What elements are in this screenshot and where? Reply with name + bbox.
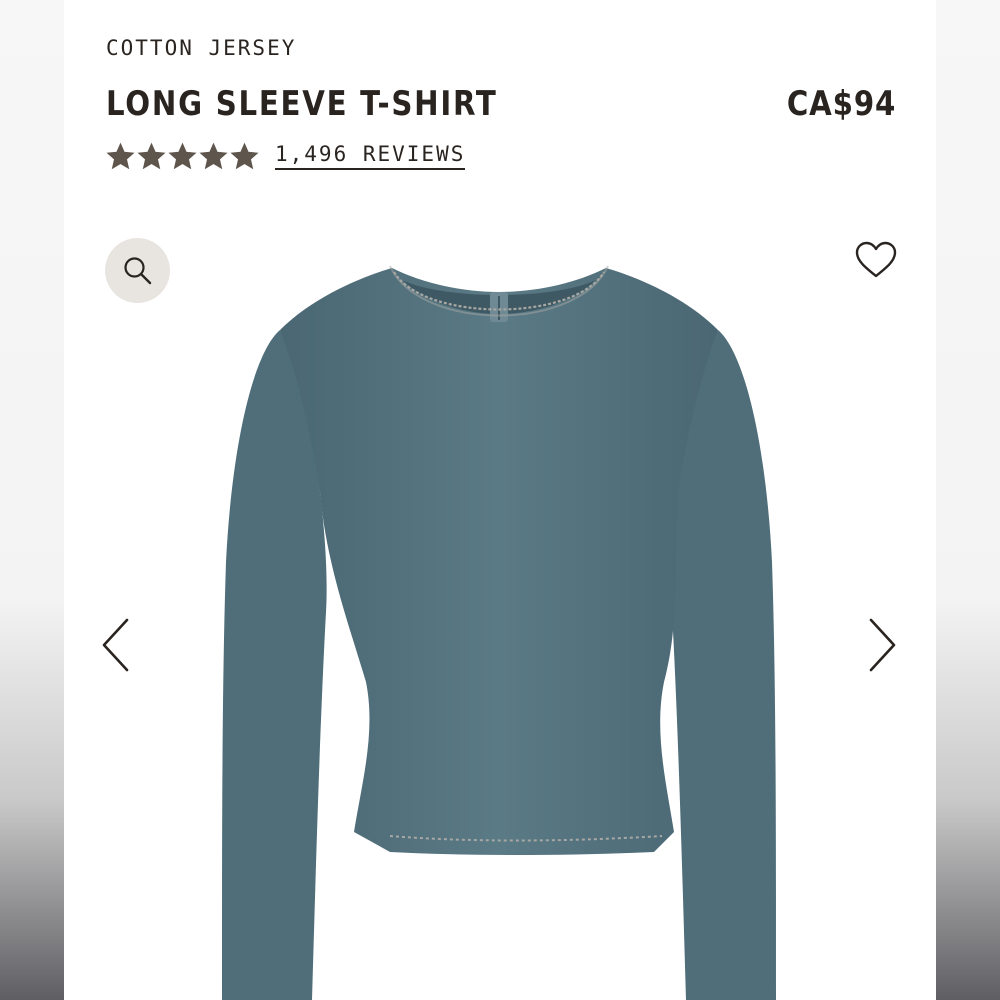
next-image-button[interactable] (862, 612, 902, 678)
product-page: COTTON JERSEY LONG SLEEVE T-SHIRT CA$94 … (64, 0, 936, 1000)
screenshot-frame: COTTON JERSEY LONG SLEEVE T-SHIRT CA$94 … (0, 0, 1000, 1000)
product-image (222, 265, 776, 1000)
zoom-button[interactable] (105, 238, 170, 303)
chevron-right-icon (869, 618, 896, 672)
star-icon (137, 142, 166, 169)
product-title: LONG SLEEVE T-SHIRT (106, 84, 498, 124)
wishlist-button[interactable] (852, 236, 900, 284)
product-price: CA$94 (786, 84, 896, 124)
search-icon (123, 256, 151, 284)
heart-icon (855, 241, 897, 278)
chevron-left-icon (102, 618, 129, 672)
star-icon (199, 142, 228, 169)
previous-image-button[interactable] (96, 612, 136, 678)
star-rating (106, 142, 259, 171)
reviews-link[interactable]: 1,496 REVIEWS (275, 142, 466, 170)
star-icon (106, 142, 135, 169)
product-rating: 1,496 REVIEWS (106, 141, 466, 171)
star-icon (230, 142, 259, 169)
star-icon (168, 142, 197, 169)
product-category: COTTON JERSEY (106, 36, 297, 60)
